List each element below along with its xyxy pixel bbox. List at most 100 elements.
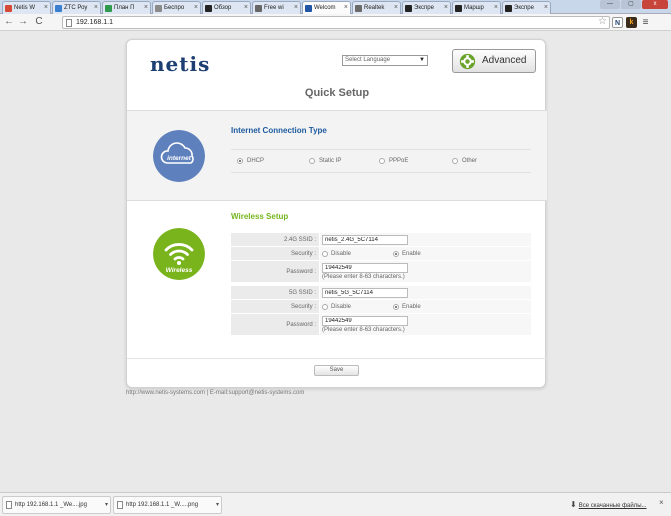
ssid-5g-row: 5G SSID :	[231, 286, 531, 300]
password-5g-input[interactable]	[322, 316, 408, 326]
page-viewport: netis Select Language ▼ Advanced Quick S…	[0, 32, 671, 492]
radio-button[interactable]	[393, 304, 399, 310]
ssid-5g-label: 5G SSID :	[231, 286, 319, 299]
browser-tab[interactable]: ZTC Роу ×	[52, 1, 101, 14]
quick-setup-card: netis Select Language ▼ Advanced Quick S…	[126, 39, 547, 388]
download-item-jpg[interactable]: http 192.168.1.1 _We....jpg ▾	[2, 496, 111, 514]
forward-icon[interactable]: →	[17, 16, 29, 28]
password-5g-label: Password :	[231, 314, 319, 335]
advanced-button[interactable]: Advanced	[452, 49, 536, 73]
bookmark-star-icon[interactable]: ☆	[598, 16, 607, 27]
browser-tab[interactable]: Welcom ×	[302, 1, 351, 14]
browser-tab[interactable]: План П ×	[102, 1, 151, 14]
close-window-button[interactable]: x	[642, 0, 668, 9]
tab-label: Netis W	[14, 5, 35, 11]
browser-tab[interactable]: Обзор ×	[202, 1, 251, 14]
security-5g-enable[interactable]: Enable	[393, 303, 421, 311]
security-24g-disable[interactable]: Disable	[322, 250, 351, 258]
page-title: Quick Setup	[304, 87, 370, 99]
tab-close-icon[interactable]: ×	[544, 2, 548, 14]
browser-tab[interactable]: Экспре ×	[502, 1, 551, 14]
password-24g-input[interactable]	[322, 263, 408, 273]
chevron-down-icon[interactable]: ▾	[216, 497, 219, 513]
tab-close-icon[interactable]: ×	[44, 2, 48, 14]
back-icon[interactable]: ←	[3, 16, 15, 28]
footer-contact: http://www.netis-systems.com | E-mail:su…	[126, 390, 305, 396]
tab-close-icon[interactable]: ×	[94, 2, 98, 14]
maximize-window-button[interactable]: ▢	[621, 0, 641, 9]
radio-button[interactable]	[452, 158, 458, 164]
favicon-icon	[455, 5, 462, 12]
radio-static-ip[interactable]: Static IP	[309, 157, 341, 165]
menu-icon[interactable]: ≡	[640, 17, 651, 28]
extension-k-icon[interactable]: k	[626, 17, 637, 28]
ssid-24g-input[interactable]	[322, 235, 408, 245]
favicon-icon	[355, 5, 362, 12]
netis-logo: netis	[150, 52, 211, 76]
file-icon	[117, 501, 123, 509]
tab-label: Экспре	[514, 5, 534, 11]
page-icon	[66, 19, 72, 27]
favicon-icon	[105, 5, 112, 12]
radio-button[interactable]	[393, 251, 399, 257]
browser-tab[interactable]: Экспре ×	[402, 1, 451, 14]
tab-close-icon[interactable]: ×	[244, 2, 248, 14]
ssid-24g-label: 2.4G SSID :	[231, 233, 319, 246]
reload-icon[interactable]: C	[33, 16, 45, 28]
browser-tab[interactable]: Free wi ×	[252, 1, 301, 14]
tab-close-icon[interactable]: ×	[294, 2, 298, 14]
radio-pppoe[interactable]: PPPoE	[379, 157, 408, 165]
browser-tab[interactable]: Беспро ×	[152, 1, 201, 14]
radio-button[interactable]	[322, 304, 328, 310]
browser-tab[interactable]: Netis W ×	[2, 1, 51, 14]
language-select[interactable]: Select Language ▼	[342, 55, 428, 66]
gear-icon	[459, 53, 476, 70]
radio-dhcp[interactable]: DHCP	[237, 157, 264, 165]
download-arrow-icon: ⬇	[570, 500, 577, 509]
browser-tab[interactable]: Realtek ×	[352, 1, 401, 14]
address-bar[interactable]: 192.168.1.1 ☆	[62, 16, 610, 29]
ssid-5g-input[interactable]	[322, 288, 408, 298]
svg-text:Wireless: Wireless	[166, 267, 193, 274]
internet-cloud-icon: internet	[153, 130, 205, 182]
tab-close-icon[interactable]: ×	[494, 2, 498, 14]
favicon-icon	[5, 5, 12, 12]
security-24g-enable[interactable]: Enable	[393, 250, 421, 258]
favicon-icon	[155, 5, 162, 12]
password-5g-hint: (Please enter 8-63 characters.)	[322, 327, 405, 333]
security-5g-label: Security :	[231, 300, 319, 313]
favicon-icon	[505, 5, 512, 12]
radio-button[interactable]	[237, 158, 243, 164]
security-24g-label: Security :	[231, 247, 319, 260]
tab-close-icon[interactable]: ×	[444, 2, 448, 14]
radio-button[interactable]	[379, 158, 385, 164]
security-24g-row: Security : Disable Enable	[231, 247, 531, 261]
radio-button[interactable]	[309, 158, 315, 164]
browser-tab[interactable]: Маршр ×	[452, 1, 501, 14]
tab-close-icon[interactable]: ×	[194, 2, 198, 14]
radio-other[interactable]: Other	[452, 157, 477, 165]
security-5g-disable[interactable]: Disable	[322, 303, 351, 311]
wireless-settings-table: 2.4G SSID : Security : Disable Enable Pa…	[231, 233, 531, 336]
tab-label: Welcom	[314, 5, 336, 11]
close-icon[interactable]: ×	[659, 498, 664, 507]
internet-connection-section: internet Internet Connection Type DHCP S…	[127, 110, 547, 201]
minimize-window-button[interactable]: —	[600, 0, 620, 9]
save-button[interactable]: Save	[314, 365, 359, 376]
advanced-label: Advanced	[482, 55, 527, 66]
download-item-png[interactable]: http 192.168.1.1 _W.....png ▾	[113, 496, 222, 514]
all-downloads-link[interactable]: ⬇ Все скачанные файлы...	[570, 500, 647, 509]
chevron-down-icon[interactable]: ▾	[105, 497, 108, 513]
password-24g-row: Password : (Please enter 8-63 characters…	[231, 261, 531, 283]
favicon-icon	[55, 5, 62, 12]
password-24g-hint: (Please enter 8-63 characters.)	[322, 274, 405, 280]
browser-toolbar: ← → C 192.168.1.1 ☆ N k ≡	[0, 14, 671, 31]
url-text: 192.168.1.1	[76, 19, 113, 26]
tab-close-icon[interactable]: ×	[344, 2, 348, 14]
favicon-icon	[405, 5, 412, 12]
favicon-icon	[205, 5, 212, 12]
tab-close-icon[interactable]: ×	[144, 2, 148, 14]
tab-close-icon[interactable]: ×	[394, 2, 398, 14]
extension-n-icon[interactable]: N	[612, 17, 623, 28]
radio-button[interactable]	[322, 251, 328, 257]
